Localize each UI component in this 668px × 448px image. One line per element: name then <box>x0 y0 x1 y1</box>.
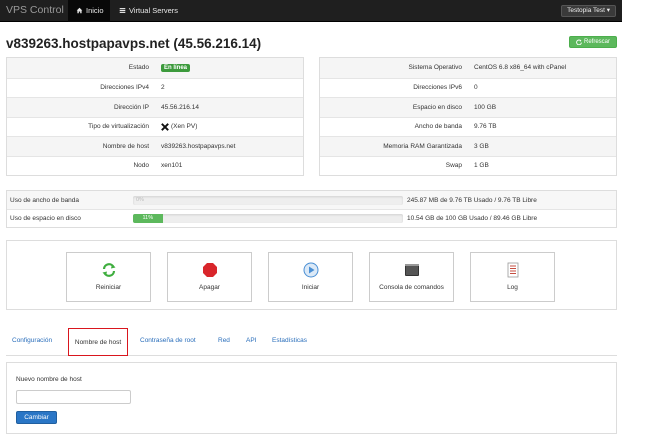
log-button[interactable]: Log <box>470 252 555 302</box>
start-button[interactable]: Iniciar <box>268 252 353 302</box>
settings-tabs: Configuración Nombre de host Contraseña … <box>6 326 617 356</box>
info-row-swap: Swap 1 GB <box>320 155 616 176</box>
disk-progress-fill: 11% <box>133 214 163 223</box>
console-button[interactable]: Consola de comandos <box>369 252 454 302</box>
usage-table: Uso de ancho de banda 0% 245.87 MB de 9.… <box>6 190 617 228</box>
usage-row-bandwidth: Uso de ancho de banda 0% 245.87 MB de 9.… <box>7 191 616 209</box>
info-value: (Xen PV) <box>171 123 198 131</box>
info-row-disk: Espacio en disco 100 GB <box>320 97 616 117</box>
restart-label: Reiniciar <box>95 284 122 291</box>
usage-value: 10.54 GB de 100 GB Usado / 89.46 GB Libr… <box>407 215 538 222</box>
info-row-status: Estado En línea <box>7 58 303 78</box>
info-row-ram: Memoria RAM Garantizada 3 GB <box>320 136 616 156</box>
console-icon <box>404 264 419 276</box>
actions-panel: Reiniciar Apagar Iniciar Consola de coma… <box>6 240 617 310</box>
user-menu-label: Testopia Test <box>567 7 605 14</box>
shutdown-label: Apagar <box>199 284 220 291</box>
info-value: 3 GB <box>474 142 489 150</box>
stop-icon <box>202 263 217 277</box>
nav-servers-label: Virtual Servers <box>129 6 179 15</box>
info-value: 2 <box>161 84 165 92</box>
usage-row-disk: Uso de espacio en disco 11% 10.54 GB de … <box>7 209 616 227</box>
info-value: 100 GB <box>474 103 497 111</box>
info-label: Tipo de virtualización <box>88 123 149 131</box>
info-label: Espacio en disco <box>412 103 462 111</box>
usage-label: Uso de espacio en disco <box>10 215 81 222</box>
info-label: Memoria RAM Garantizada <box>383 142 462 150</box>
caret-down-icon: ▾ <box>606 7 610 14</box>
tab-statistics[interactable]: Estadísticas <box>272 337 307 344</box>
disk-progress-text: 11% <box>142 215 154 221</box>
usage-value: 245.87 MB de 9.76 TB Usado / 9.76 TB Lib… <box>407 196 537 204</box>
info-value: 9.76 TB <box>474 123 497 131</box>
info-label: Sistema Operativo <box>408 64 462 72</box>
log-label: Log <box>507 284 518 291</box>
info-row-ip: Dirección IP 45.56.216.14 <box>7 97 303 117</box>
tab-hostname-label: Nombre de host <box>74 338 122 346</box>
hostname-input[interactable] <box>16 390 131 404</box>
nav-home-label: Inicio <box>86 6 104 15</box>
list-icon <box>119 8 126 13</box>
bandwidth-progress-bar: 0% <box>133 195 403 205</box>
change-hostname-label: Cambiar <box>24 414 49 421</box>
info-row-ipv4: Direcciones IPv4 2 <box>7 77 303 98</box>
info-value: 0 <box>474 84 478 92</box>
info-row-bandwidth: Ancho de banda 9.76 TB <box>320 116 616 137</box>
info-row-hostname: Nombre de host v839263.hostpapavps.net <box>7 136 303 156</box>
info-value: 45.56.216.14 <box>161 103 199 111</box>
tab-hostname[interactable]: Nombre de host <box>68 328 128 356</box>
change-hostname-button[interactable]: Cambiar <box>16 411 57 424</box>
tab-root-password[interactable]: Contraseña de root <box>140 337 196 344</box>
server-info-right: Sistema Operativo CentOS 6.8 x86_64 with… <box>319 57 617 176</box>
restart-button[interactable]: Reiniciar <box>66 252 151 302</box>
user-menu-button[interactable]: Testopia Test ▾ <box>561 5 616 17</box>
top-navbar: VPS Control Inicio Virtual Servers Testo… <box>0 0 622 22</box>
hostname-form-panel: Nuevo nombre de host Cambiar <box>6 362 617 434</box>
info-label: Nombre de host <box>102 142 149 150</box>
nav-servers-link[interactable]: Virtual Servers <box>119 6 178 15</box>
info-value: xen101 <box>161 162 183 170</box>
restart-icon <box>102 263 115 277</box>
info-label: Direcciones IPv4 <box>100 84 149 92</box>
status-badge: En línea <box>161 63 191 72</box>
play-icon <box>303 262 318 278</box>
info-row-ipv6: Direcciones IPv6 0 <box>320 77 616 98</box>
tab-api[interactable]: API <box>246 337 256 344</box>
info-label: Nodo <box>133 162 149 170</box>
refresh-button[interactable]: Refrescar <box>569 36 617 48</box>
bandwidth-progress-text: 0% <box>136 196 144 203</box>
log-icon <box>507 262 518 278</box>
usage-label: Uso de ancho de banda <box>10 196 80 204</box>
info-label: Direcciones IPv6 <box>413 84 462 92</box>
tab-configuracion[interactable]: Configuración <box>12 337 52 344</box>
info-label: Ancho de banda <box>414 123 462 131</box>
info-row-virtualization: Tipo de virtualización (Xen PV) <box>7 116 303 137</box>
info-row-node: Nodo xen101 <box>7 155 303 176</box>
info-label: Estado <box>128 64 149 72</box>
info-label: Dirección IP <box>113 103 149 111</box>
tab-network[interactable]: Red <box>218 337 230 344</box>
page-title: v839263.hostpapavps.net (45.56.216.14) <box>6 36 262 51</box>
refresh-label: Refrescar <box>583 39 610 45</box>
nav-home-link[interactable]: Inicio <box>76 6 104 15</box>
info-value: CentOS 6.8 x86_64 with cPanel <box>474 64 567 72</box>
hostname-field-label: Nuevo nombre de host <box>16 376 82 383</box>
start-label: Iniciar <box>301 284 320 291</box>
disk-progress-bar: 11% <box>133 214 403 223</box>
brand-logo[interactable]: VPS Control <box>6 4 64 16</box>
home-icon <box>76 7 83 14</box>
refresh-icon <box>576 39 582 45</box>
info-row-os: Sistema Operativo CentOS 6.8 x86_64 with… <box>320 58 616 78</box>
xen-icon <box>161 122 169 131</box>
info-value: 1 GB <box>474 162 489 170</box>
info-label: Swap <box>445 162 462 170</box>
shutdown-button[interactable]: Apagar <box>167 252 252 302</box>
console-label: Consola de comandos <box>379 284 444 291</box>
info-value: v839263.hostpapavps.net <box>161 142 236 150</box>
server-info-left: Estado En línea Direcciones IPv4 2 Direc… <box>6 57 304 176</box>
